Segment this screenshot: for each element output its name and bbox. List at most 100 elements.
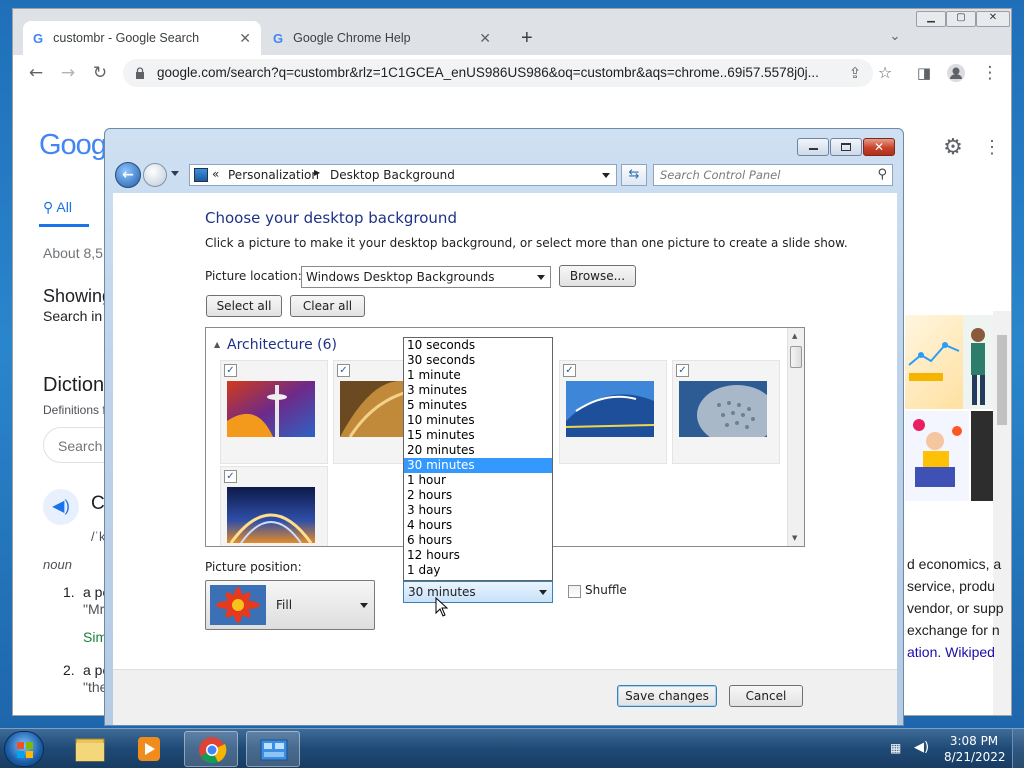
- interval-option[interactable]: 20 minutes: [404, 443, 552, 458]
- thumb-checkbox[interactable]: ✓: [337, 364, 350, 377]
- cancel-button[interactable]: Cancel: [729, 685, 803, 707]
- dialog-minimize-button[interactable]: [797, 138, 829, 156]
- change-picture-interval-select[interactable]: 30 minutes: [403, 581, 553, 603]
- show-desktop-button[interactable]: [1012, 729, 1024, 768]
- page-scrollbar-thumb[interactable]: [997, 335, 1007, 425]
- search-icon[interactable]: ⚲: [877, 165, 887, 185]
- chrome-menu-icon[interactable]: ⋮: [978, 61, 1002, 85]
- thumb-checkbox[interactable]: ✓: [563, 364, 576, 377]
- apps-menu-icon[interactable]: ⋮: [983, 133, 1001, 161]
- definition-1-number: 1.: [63, 584, 75, 600]
- interval-option[interactable]: 1 day: [404, 563, 552, 578]
- shuffle-checkbox[interactable]: [568, 585, 581, 598]
- forward-arrow-icon[interactable]: [143, 163, 167, 187]
- interval-option[interactable]: 1 hour: [404, 473, 552, 488]
- file-explorer-taskbar-icon[interactable]: [62, 731, 116, 767]
- interval-option[interactable]: 6 hours: [404, 533, 552, 548]
- minimize-button[interactable]: ▁: [916, 11, 946, 27]
- thumb-checkbox[interactable]: ✓: [224, 470, 237, 483]
- scroll-up-icon[interactable]: ▲: [792, 332, 797, 340]
- close-window-button[interactable]: ✕: [976, 11, 1010, 27]
- control-panel-taskbar-icon[interactable]: [246, 731, 300, 767]
- forward-arrow-icon[interactable]: →: [56, 61, 80, 85]
- breadcrumb-desktop-background[interactable]: Desktop Background: [330, 168, 455, 182]
- wallpaper-thumb-1[interactable]: ✓: [220, 360, 328, 464]
- share-icon[interactable]: ⇪: [843, 61, 867, 85]
- definition-1-example: "Mr: [83, 601, 105, 617]
- back-arrow-icon[interactable]: ←: [24, 61, 48, 85]
- reload-icon[interactable]: ↻: [88, 61, 112, 85]
- interval-option[interactable]: 5 minutes: [404, 398, 552, 413]
- google-logo[interactable]: Goog: [39, 129, 107, 162]
- tab-title: custombr - Google Search: [53, 31, 200, 45]
- media-player-taskbar-icon[interactable]: [122, 731, 176, 767]
- interval-option[interactable]: 3 hours: [404, 503, 552, 518]
- address-dropdown-icon[interactable]: [602, 173, 610, 178]
- browse-button[interactable]: Browse...: [559, 265, 636, 287]
- close-tab-icon[interactable]: ✕: [479, 30, 491, 47]
- illustration-image: [905, 315, 963, 409]
- tab-google-search[interactable]: G custombr - Google Search ✕: [23, 21, 261, 55]
- breadcrumb-personalization[interactable]: Personalization: [228, 168, 319, 182]
- interval-option[interactable]: 12 hours: [404, 548, 552, 563]
- thumb-checkbox[interactable]: ✓: [676, 364, 689, 377]
- interval-option[interactable]: 30 minutes: [404, 458, 552, 473]
- select-all-button[interactable]: Select all: [206, 295, 282, 317]
- tab-chrome-help[interactable]: G Google Chrome Help ✕: [263, 21, 501, 55]
- interval-option[interactable]: 10 minutes: [404, 413, 552, 428]
- address-bar[interactable]: google.com/search?q=custombr&rlz=1C1GCEA…: [123, 59, 873, 87]
- tab-title: Google Chrome Help: [293, 31, 411, 45]
- picture-position-select[interactable]: Fill: [205, 580, 375, 630]
- profile-avatar-icon[interactable]: [944, 61, 968, 85]
- picture-position-label: Picture position:: [205, 560, 302, 574]
- dialog-maximize-button[interactable]: [830, 138, 862, 156]
- gallery-scrollbar[interactable]: ▲ ▼: [787, 328, 804, 546]
- recent-pages-chevron-icon[interactable]: [171, 171, 179, 176]
- start-button[interactable]: [4, 731, 44, 767]
- collapse-group-icon[interactable]: ▲: [214, 340, 220, 349]
- bookmark-star-icon[interactable]: ☆: [873, 61, 897, 85]
- search-icon: ⚲: [43, 199, 57, 215]
- wallpaper-thumb-4[interactable]: ✓: [559, 360, 667, 464]
- clear-all-button[interactable]: Clear all: [290, 295, 365, 317]
- network-icon[interactable]: ▦: [890, 741, 901, 755]
- gallery-scrollbar-thumb[interactable]: [790, 346, 802, 368]
- picture-location-label: Picture location:: [205, 269, 302, 283]
- interval-option[interactable]: 30 seconds: [404, 353, 552, 368]
- interval-option[interactable]: 15 minutes: [404, 428, 552, 443]
- tab-search-chevron-icon[interactable]: ⌄: [883, 25, 907, 49]
- refresh-icon[interactable]: ⇆: [621, 164, 647, 186]
- interval-option[interactable]: 4 hours: [404, 518, 552, 533]
- group-title[interactable]: Architecture (6): [227, 337, 337, 353]
- shuffle-label[interactable]: Shuffle: [585, 583, 627, 597]
- mouse-cursor-icon: [435, 597, 449, 617]
- address-breadcrumb-bar[interactable]: « Personalization ▶ Desktop Background: [189, 164, 617, 186]
- wallpaper-thumb-6[interactable]: ✓: [220, 466, 328, 546]
- interval-option[interactable]: 2 hours: [404, 488, 552, 503]
- interval-option[interactable]: 3 minutes: [404, 383, 552, 398]
- url-text: google.com/search?q=custombr&rlz=1C1GCEA…: [157, 65, 819, 80]
- interval-option[interactable]: 10 seconds: [404, 338, 552, 353]
- settings-gear-icon[interactable]: ⚙: [939, 133, 967, 161]
- close-tab-icon[interactable]: ✕: [239, 30, 251, 47]
- speaker-icon[interactable]: ◀): [43, 489, 79, 525]
- dialog-close-button[interactable]: ✕: [863, 138, 895, 156]
- wallpaper-thumb-5[interactable]: ✓: [672, 360, 780, 464]
- search-instead-text[interactable]: Search in: [43, 308, 102, 324]
- chrome-taskbar-icon[interactable]: [184, 731, 238, 767]
- picture-location-select[interactable]: Windows Desktop Backgrounds: [301, 266, 551, 288]
- search-control-panel-input[interactable]: Search Control Panel ⚲: [653, 164, 893, 186]
- breadcrumb-overflow[interactable]: «: [212, 167, 219, 181]
- side-panel-icon[interactable]: ◨: [912, 61, 936, 85]
- save-changes-button[interactable]: Save changes: [617, 685, 717, 707]
- scroll-down-icon[interactable]: ▼: [792, 534, 797, 542]
- maximize-button[interactable]: ▢: [946, 11, 976, 27]
- back-arrow-icon[interactable]: ←: [115, 162, 141, 188]
- search-tab-all[interactable]: ⚲ All: [43, 199, 72, 216]
- system-clock[interactable]: 3:08 PM 8/21/2022: [944, 733, 1006, 765]
- interval-option[interactable]: 1 minute: [404, 368, 552, 383]
- thumb-checkbox[interactable]: ✓: [224, 364, 237, 377]
- volume-icon[interactable]: ◀): [914, 740, 929, 755]
- interval-options-list[interactable]: 10 seconds 30 seconds 1 minute 3 minutes 5 m…: [403, 337, 553, 581]
- new-tab-button[interactable]: +: [511, 21, 537, 55]
